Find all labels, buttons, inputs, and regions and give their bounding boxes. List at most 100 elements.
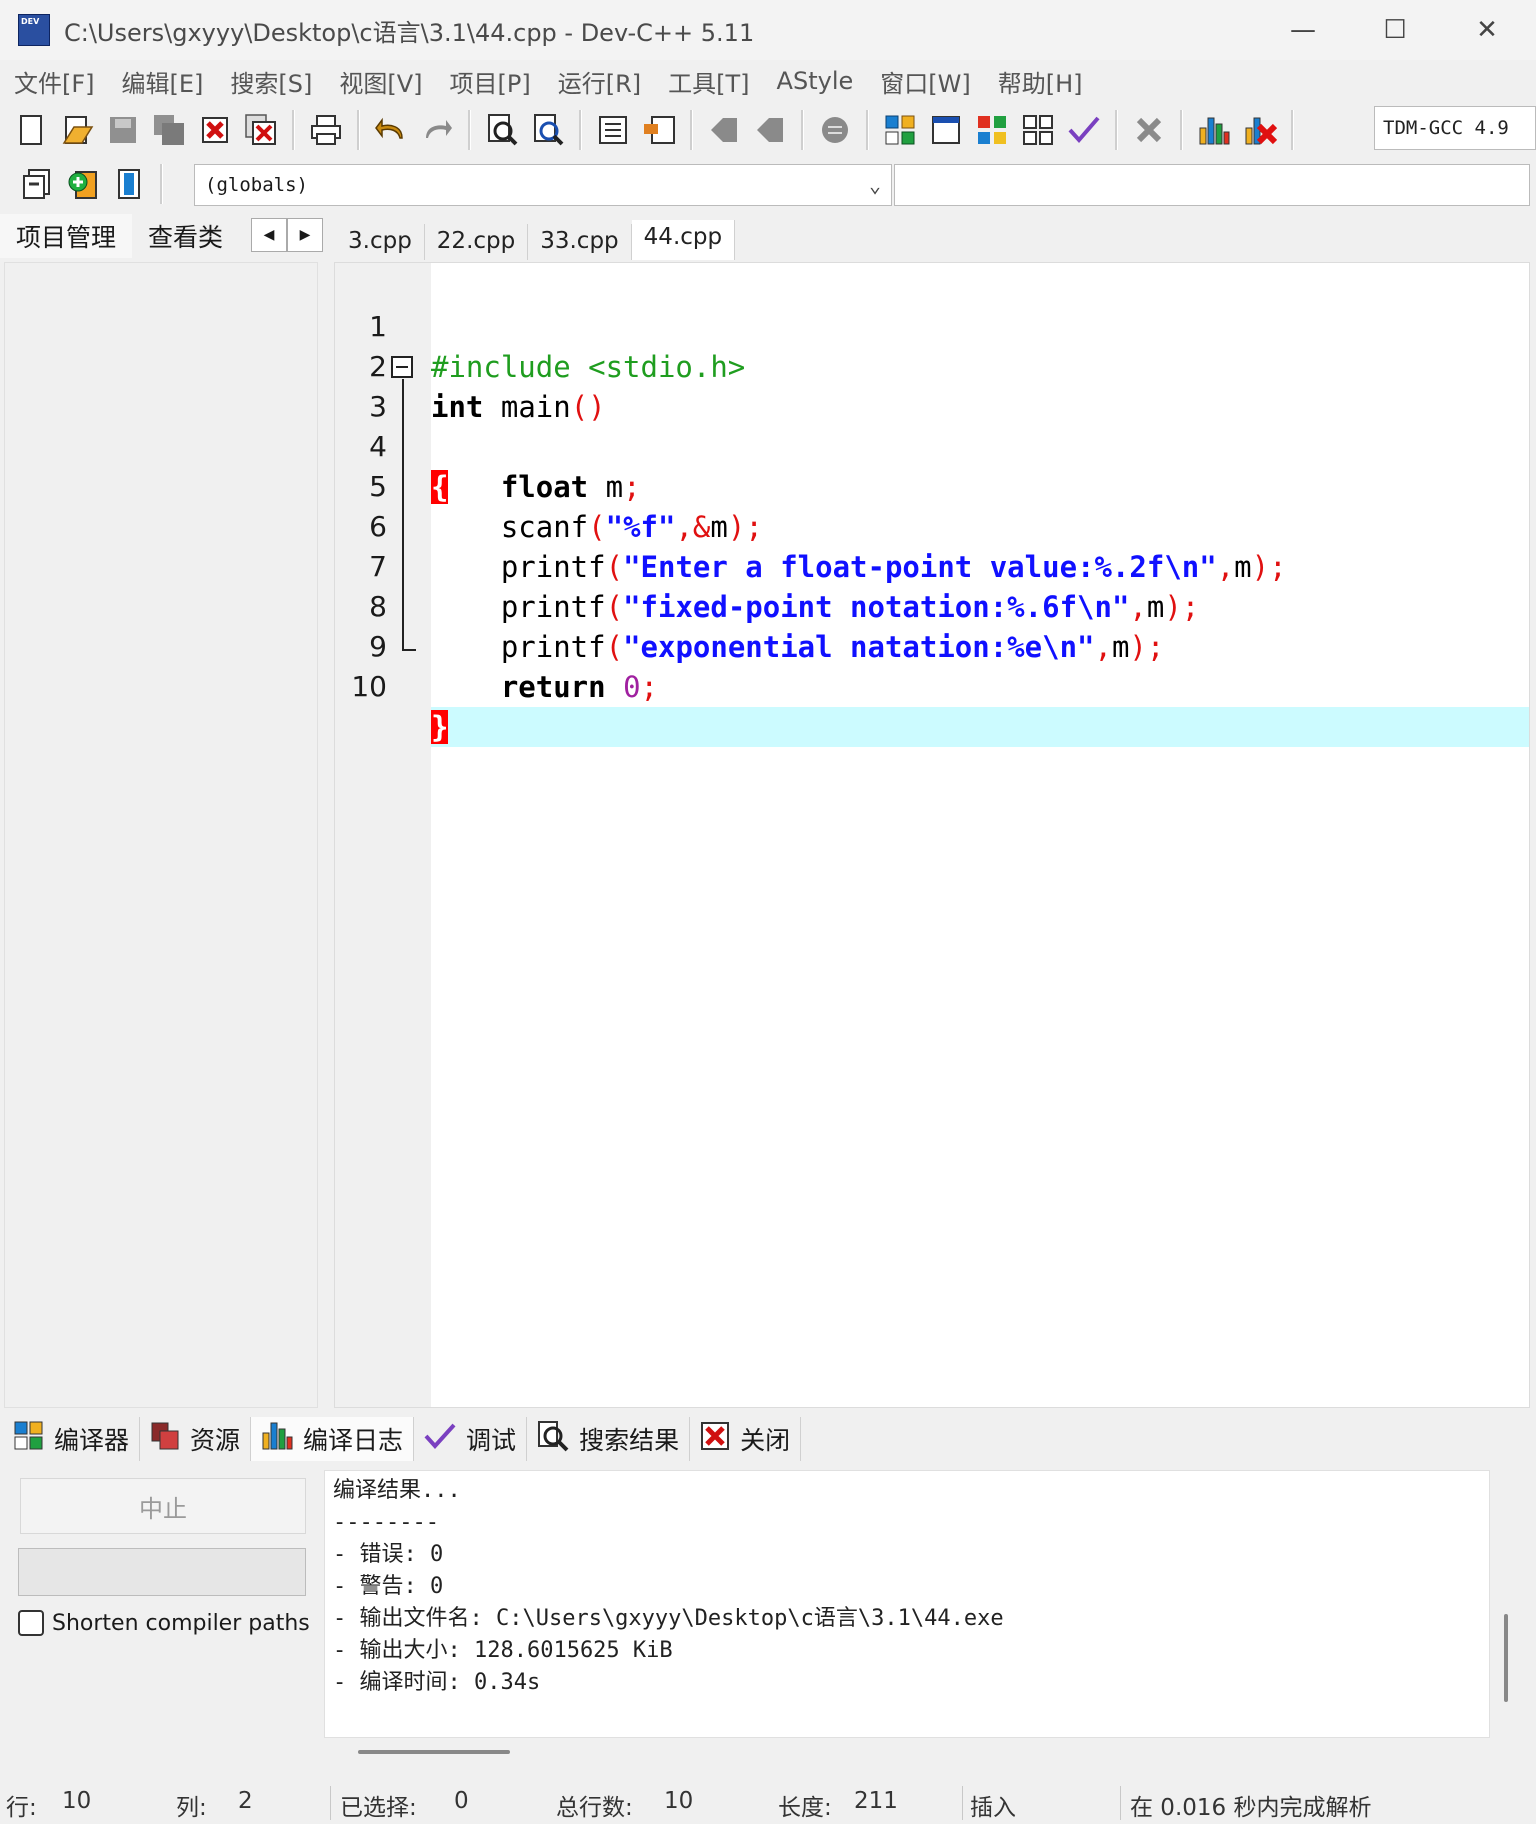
save-all-icon[interactable] <box>149 110 189 150</box>
project-toolbar <box>14 158 171 210</box>
tab-scroll-right-button[interactable]: ▶ <box>287 218 324 252</box>
toolbar-separator <box>690 110 693 150</box>
shorten-paths-checkbox[interactable] <box>18 1610 44 1636</box>
menu-tools[interactable]: 工具[T] <box>668 64 749 99</box>
tab-scroll-left-button[interactable]: ◀ <box>251 218 288 252</box>
tab-44-cpp[interactable]: 44.cpp <box>631 220 736 260</box>
tab-33-cpp[interactable]: 33.cpp <box>528 224 632 260</box>
redo-icon[interactable] <box>417 110 457 150</box>
close-button[interactable]: ✕ <box>1442 0 1532 60</box>
tab-project-manager[interactable]: 项目管理 <box>0 214 133 258</box>
menu-view[interactable]: 视图[V] <box>339 64 422 99</box>
status-col-value: 2 <box>238 1788 253 1814</box>
maximize-button[interactable]: ☐ <box>1350 0 1440 60</box>
tab-22-cpp[interactable]: 22.cpp <box>425 224 529 260</box>
current-line-highlight: } <box>431 707 1529 747</box>
unindent-icon[interactable] <box>639 110 679 150</box>
tab-resources[interactable]: 资源 <box>140 1417 252 1461</box>
tab-compiler[interactable]: 编译器 <box>4 1417 141 1461</box>
left-panel-tabs: 项目管理 查看类 ◀ ▶ <box>0 214 324 258</box>
menu-project[interactable]: 项目[P] <box>450 64 531 99</box>
status-selected-value: 0 <box>454 1788 469 1814</box>
project-tree[interactable] <box>4 262 318 1408</box>
tab-search-results-label: 搜索结果 <box>579 1426 680 1455</box>
line-number: 10 <box>351 670 387 703</box>
scope-select-value: (globals) <box>205 174 308 196</box>
close-icon <box>700 1421 730 1457</box>
undo-icon[interactable] <box>371 110 411 150</box>
log-vertical-scrollbar[interactable] <box>1504 1614 1508 1702</box>
indent-icon[interactable] <box>593 110 633 150</box>
compiler-select[interactable]: TDM-GCC 4.9 <box>1374 106 1536 150</box>
menu-help[interactable]: 帮助[H] <box>998 64 1083 99</box>
menu-window[interactable]: 窗口[W] <box>880 64 970 99</box>
delete-profile-icon[interactable] <box>1240 110 1280 150</box>
menu-edit[interactable]: 编辑[E] <box>122 64 204 99</box>
minimize-button[interactable]: — <box>1258 0 1348 60</box>
toolbar-separator <box>1115 110 1118 150</box>
toolbar-separator <box>160 164 163 204</box>
log-line: - 警告: 0 <box>333 1574 444 1599</box>
status-length-value: 211 <box>854 1788 898 1814</box>
goto-forward-icon[interactable] <box>750 110 790 150</box>
bookmark-icon[interactable] <box>815 110 855 150</box>
code-editor[interactable]: 1 #include <stdio.h> 2 int main() 3 { 4 … <box>334 262 1530 1408</box>
toolbar-separator <box>1291 110 1294 150</box>
stop-button[interactable]: 中止 <box>20 1478 306 1534</box>
goto-back-icon[interactable] <box>704 110 744 150</box>
code-line-3[interactable]: 3 { <box>335 347 1529 504</box>
devcpp-app-icon <box>18 14 50 46</box>
close-all-icon[interactable] <box>241 110 281 150</box>
run-icon[interactable] <box>926 110 966 150</box>
menu-astyle[interactable]: AStyle <box>777 67 854 95</box>
syntax-check-icon[interactable] <box>1064 110 1104 150</box>
add-to-project-icon[interactable] <box>63 164 103 204</box>
toolbar-separator <box>866 110 869 150</box>
tab-3-cpp[interactable]: 3.cpp <box>336 224 425 260</box>
tab-close[interactable]: 关闭 <box>690 1417 802 1461</box>
new-project-icon[interactable] <box>17 164 57 204</box>
stop-execution-icon[interactable] <box>1129 110 1169 150</box>
tab-compile-log[interactable]: 编译日志 <box>251 1417 415 1461</box>
close-file-icon[interactable] <box>195 110 235 150</box>
symbol-select[interactable] <box>894 164 1530 206</box>
tab-class-browser[interactable]: 查看类 <box>132 214 239 258</box>
status-row-label: 行: <box>6 1795 37 1821</box>
scope-select[interactable]: (globals) ⌄ <box>194 164 892 206</box>
toolbar-separator <box>292 110 295 150</box>
menu-execute[interactable]: 运行[R] <box>558 64 641 99</box>
code-line-2[interactable]: 2 int main() <box>335 307 1529 424</box>
save-icon[interactable] <box>103 110 143 150</box>
log-horizontal-scrollbar[interactable] <box>358 1750 510 1754</box>
log-line: 编译结果... <box>333 1478 461 1503</box>
compile-log-output[interactable]: 编译结果... -------- - 错误: 0 - 警告: 0 - 输出文件名… <box>324 1470 1490 1738</box>
code-line-5[interactable]: 5 scanf("%f",&m); <box>335 427 1529 544</box>
log-line: -------- <box>333 1510 439 1535</box>
tab-search-results[interactable]: 搜索结果 <box>527 1417 691 1461</box>
tab-debug[interactable]: 调试 <box>414 1417 528 1461</box>
code-line-6[interactable]: 6 printf("Enter a float-point value:%.2f… <box>335 467 1529 584</box>
project-options-icon[interactable] <box>109 164 149 204</box>
shorten-paths-option[interactable]: Shorten compiler paths <box>18 1610 310 1636</box>
compile-icon[interactable] <box>880 110 920 150</box>
fold-collapse-icon[interactable] <box>391 356 413 378</box>
code-line-1[interactable]: 1 #include <stdio.h> <box>335 267 1529 384</box>
compile-run-icon[interactable] <box>972 110 1012 150</box>
code-line-4[interactable]: 4 float m; <box>335 387 1529 504</box>
code-line-10[interactable]: 10 } <box>335 627 1529 747</box>
code-line-9[interactable]: 9 return 0; <box>335 587 1529 704</box>
rebuild-icon[interactable] <box>1018 110 1058 150</box>
find-replace-icon[interactable] <box>528 110 568 150</box>
bottom-panel-tabs: 编译器 资源 编译日志 调试 搜索结果 关闭 <box>4 1416 802 1462</box>
menu-search[interactable]: 搜索[S] <box>230 64 312 99</box>
find-icon[interactable] <box>482 110 522 150</box>
profile-icon[interactable] <box>1194 110 1234 150</box>
log-line: - 输出大小: 128.6015625 KiB <box>333 1638 673 1663</box>
menu-file[interactable]: 文件[F] <box>14 64 95 99</box>
open-file-icon[interactable] <box>57 110 97 150</box>
new-file-icon[interactable] <box>11 110 51 150</box>
print-icon[interactable] <box>306 110 346 150</box>
code-line-7[interactable]: 7 printf("fixed-point notation:%.6f\n",m… <box>335 507 1529 624</box>
code-line-8[interactable]: 8 printf("exponential natation:%e\n",m); <box>335 547 1529 664</box>
main-toolbar <box>8 104 1302 156</box>
